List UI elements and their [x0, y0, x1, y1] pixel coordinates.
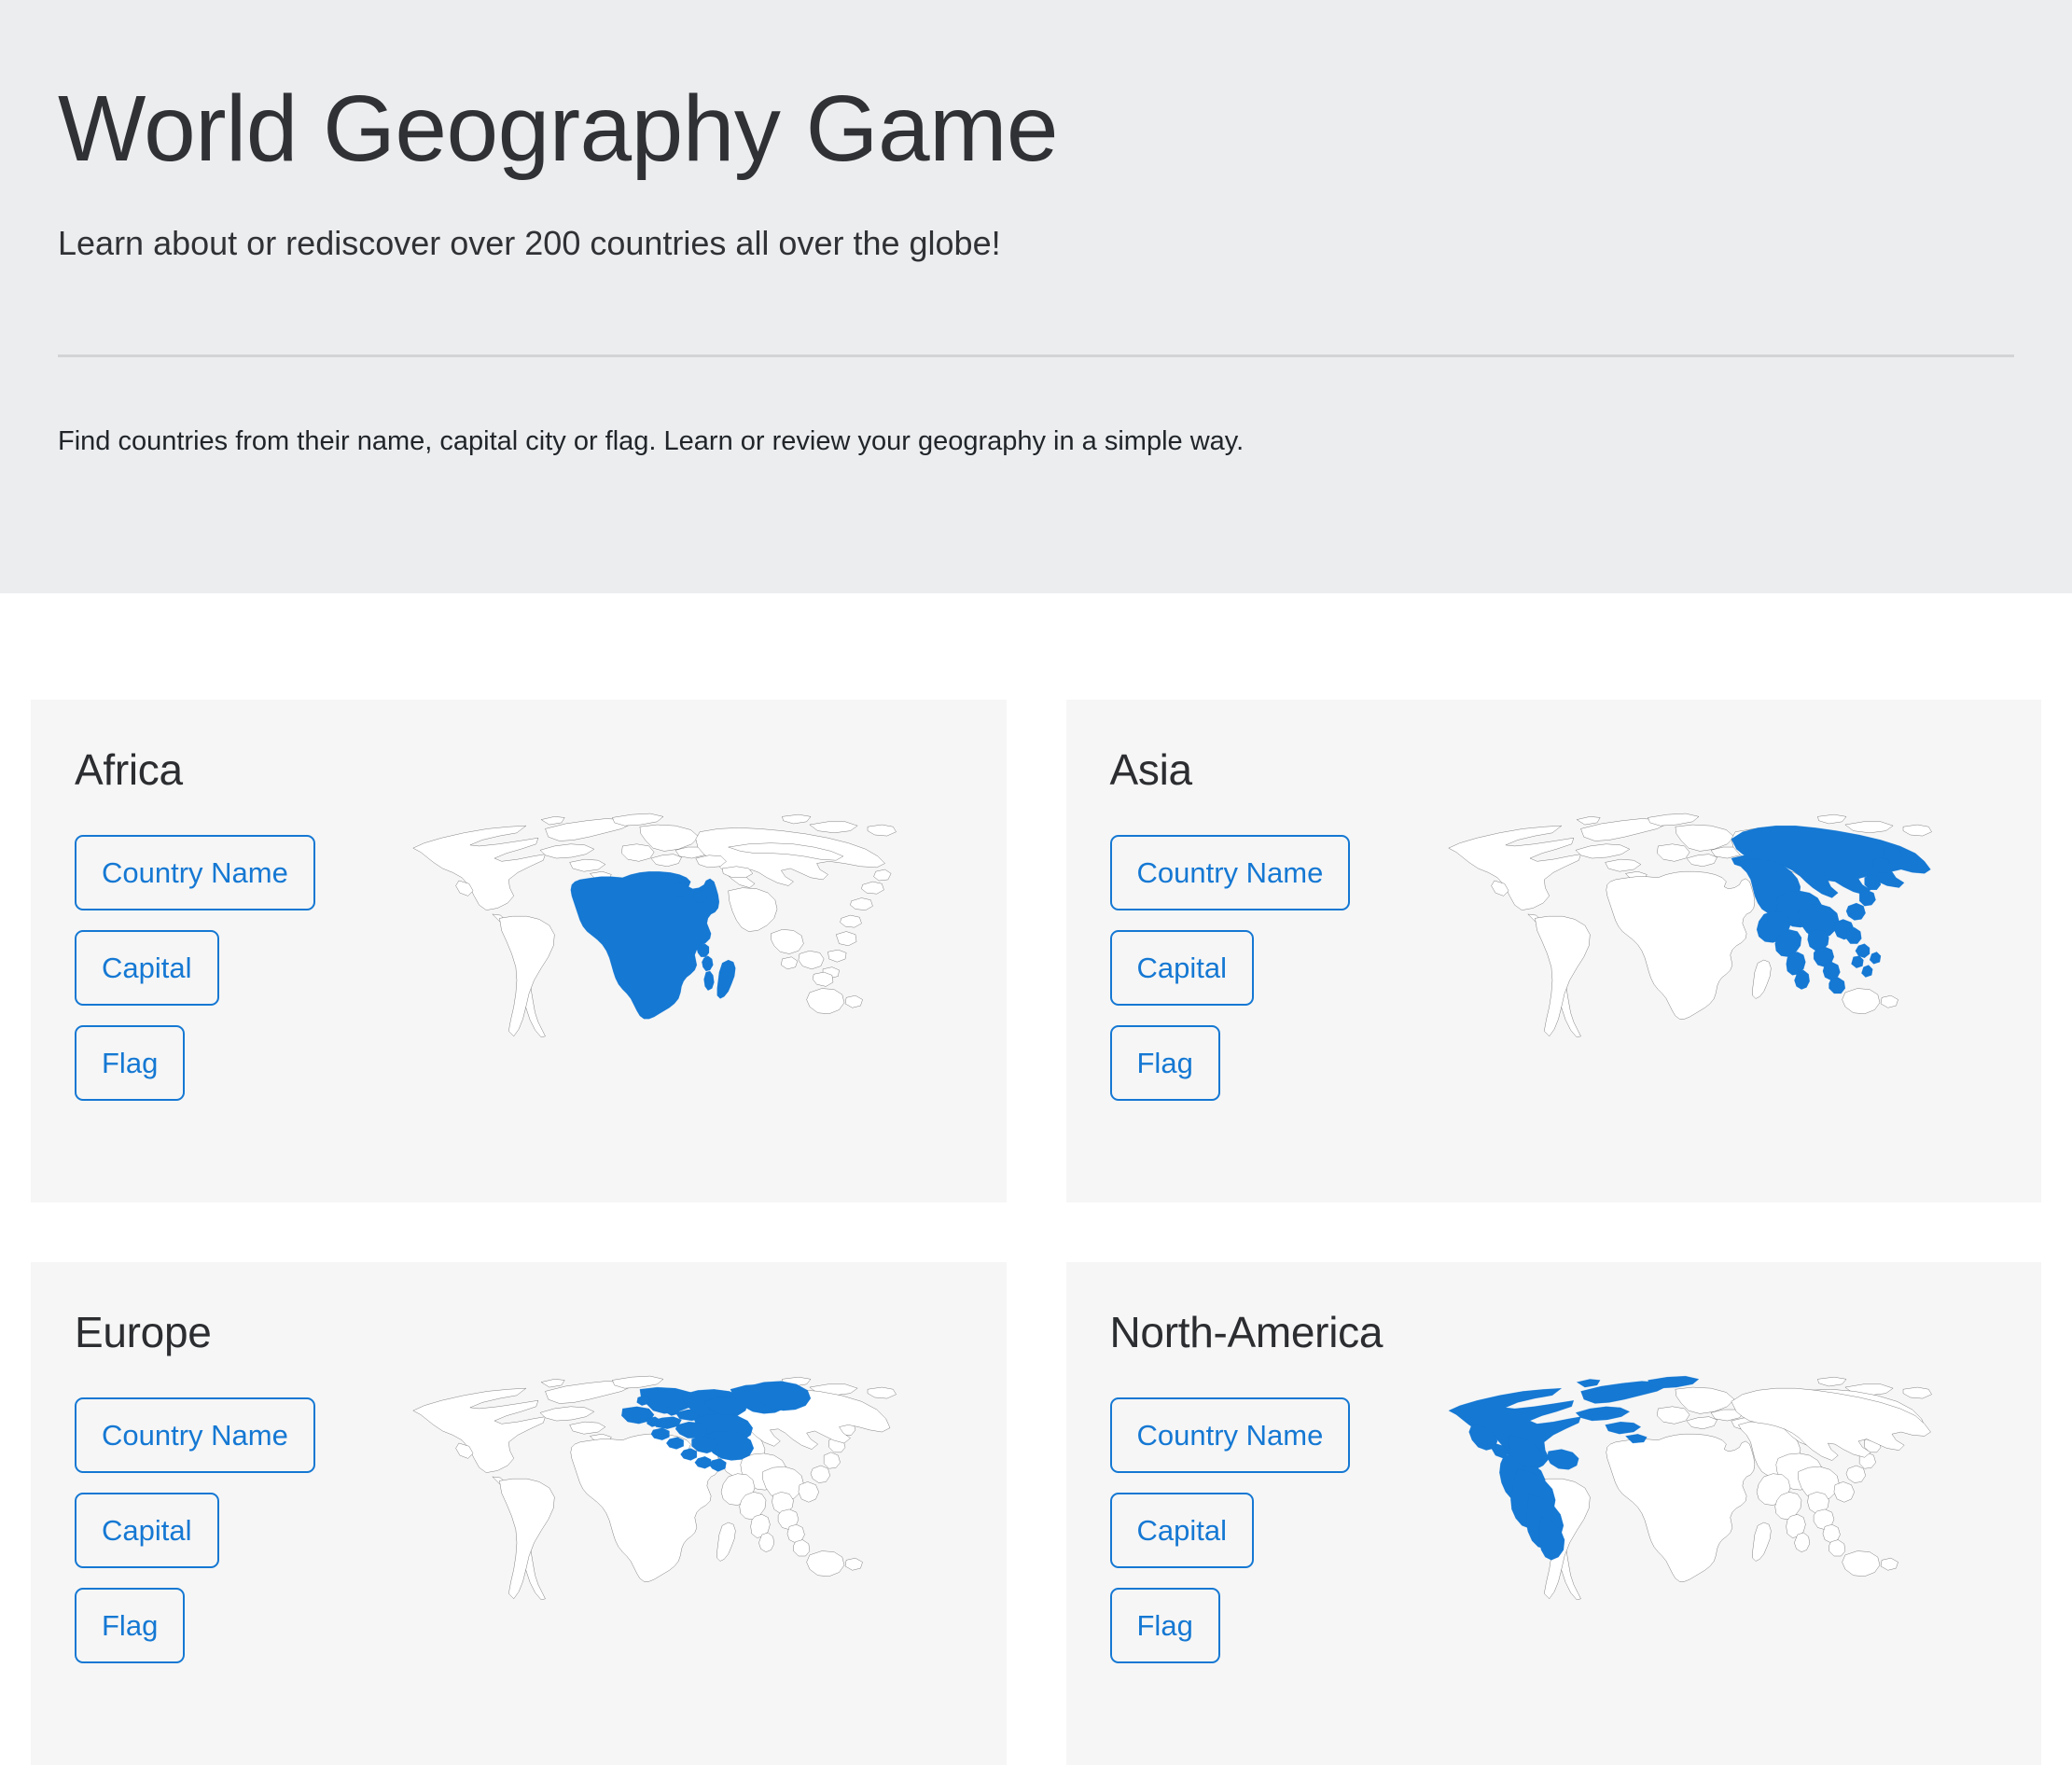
country-name-button[interactable]: Country Name	[75, 1397, 315, 1473]
header-divider	[58, 354, 2014, 357]
card-button-group: Country Name Capital Flag	[75, 1397, 315, 1663]
world-map-europe-highlighted-icon	[332, 1364, 963, 1608]
card-title: Europe	[75, 1308, 212, 1356]
card-title: Africa	[75, 745, 183, 794]
page-header: World Geography Game Learn about or redi…	[0, 0, 2072, 593]
world-map-africa-highlighted-icon	[332, 801, 963, 1046]
world-map-north-america-highlighted-icon	[1367, 1364, 1997, 1608]
continent-card-europe[interactable]: Europe Country Name Capital Flag	[31, 1262, 1007, 1765]
country-name-button[interactable]: Country Name	[1109, 834, 1351, 910]
page-lead: Learn about or rediscover over 200 count…	[58, 224, 1001, 262]
continent-card-north-america[interactable]: North-America Country Name Capital Flag	[1065, 1262, 2041, 1765]
page-description: Find countries from their name, capital …	[58, 426, 1245, 456]
capital-button[interactable]: Capital	[75, 1492, 219, 1568]
card-body: Country Name Capital Flag	[1109, 1375, 1998, 1663]
capital-button[interactable]: Capital	[75, 929, 219, 1006]
capital-button[interactable]: Capital	[1109, 929, 1254, 1006]
flag-button[interactable]: Flag	[75, 1587, 186, 1663]
continent-card-grid: Africa Country Name Capital Flag Asia Co…	[0, 700, 2072, 1765]
capital-button[interactable]: Capital	[1109, 1492, 1254, 1568]
page-title: World Geography Game	[58, 76, 1058, 181]
flag-button[interactable]: Flag	[1109, 1587, 1220, 1663]
world-map-asia-highlighted-icon	[1367, 801, 1997, 1046]
card-title: Asia	[1109, 745, 1193, 794]
card-button-group: Country Name Capital Flag	[75, 834, 315, 1101]
card-title: North-America	[1109, 1308, 1384, 1356]
card-body: Country Name Capital Flag	[75, 1375, 963, 1663]
card-body: Country Name Capital Flag	[1109, 813, 1998, 1101]
flag-button[interactable]: Flag	[75, 1024, 186, 1101]
card-button-group: Country Name Capital Flag	[1109, 834, 1351, 1101]
flag-button[interactable]: Flag	[1109, 1024, 1220, 1101]
card-body: Country Name Capital Flag	[75, 813, 963, 1101]
country-name-button[interactable]: Country Name	[1109, 1397, 1351, 1473]
continent-card-africa[interactable]: Africa Country Name Capital Flag	[31, 700, 1007, 1202]
card-button-group: Country Name Capital Flag	[1109, 1397, 1351, 1663]
continent-card-asia[interactable]: Asia Country Name Capital Flag	[1065, 700, 2041, 1202]
country-name-button[interactable]: Country Name	[75, 834, 315, 910]
